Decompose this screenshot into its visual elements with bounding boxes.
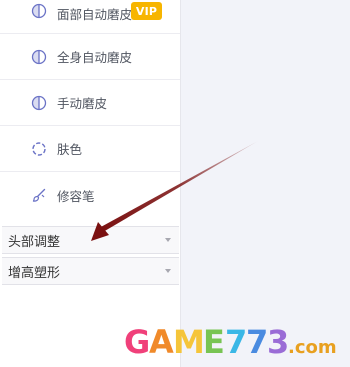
- half-circle-icon: [30, 48, 48, 66]
- menu-item-face-auto-smooth[interactable]: 面部自动磨皮 VIP: [0, 0, 180, 34]
- half-circle-icon: [30, 2, 48, 20]
- menu-item-label: 面部自动磨皮: [57, 7, 133, 22]
- section-head-adjust[interactable]: 头部调整: [2, 226, 179, 254]
- vip-badge: VIP: [131, 2, 162, 20]
- menu-item-label: 手动磨皮: [57, 96, 108, 111]
- menu-item-skin-tone[interactable]: 肤色: [0, 126, 180, 172]
- watermark-digit-7b: 7: [246, 323, 268, 360]
- menu-item-label: 全身自动磨皮: [57, 50, 133, 65]
- menu-item-label: 肤色: [57, 142, 83, 157]
- section-height-shape[interactable]: 增高塑形: [2, 257, 179, 285]
- menu-item-contour-brush[interactable]: 修容笔: [0, 172, 180, 218]
- half-circle-icon: [30, 94, 48, 112]
- dashed-circle-icon: [30, 140, 48, 158]
- menu-item-manual-smooth[interactable]: 手动磨皮: [0, 80, 180, 126]
- brush-icon: [30, 186, 48, 204]
- chevron-down-icon: [165, 269, 171, 273]
- watermark-digit-7a: 7: [225, 323, 247, 360]
- adjustment-panel: 面部自动磨皮 VIP 全身自动磨皮 手动磨皮 肤色 修容笔 头部调整 增高塑形: [0, 0, 181, 367]
- watermark-letter-e: E: [203, 323, 225, 360]
- section-label: 头部调整: [8, 234, 61, 250]
- chevron-down-icon: [165, 238, 171, 242]
- menu-item-label: 修容笔: [57, 188, 95, 204]
- watermark-domain: .com: [288, 337, 336, 358]
- section-label: 增高塑形: [8, 265, 61, 281]
- menu-item-body-auto-smooth[interactable]: 全身自动磨皮: [0, 34, 180, 80]
- watermark-digit-3: 3: [267, 323, 289, 360]
